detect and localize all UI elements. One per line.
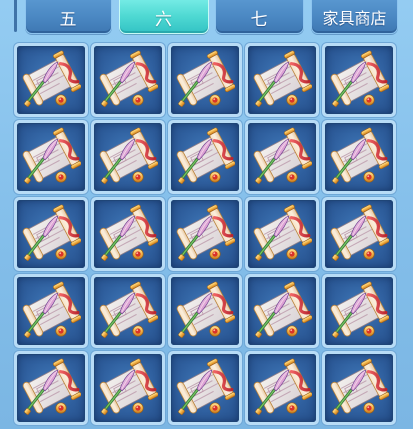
item-slot-frame [325,277,393,345]
item-slot[interactable] [14,197,88,271]
item-slot-frame [325,200,393,268]
item-slot[interactable] [245,197,319,271]
item-slot[interactable] [322,120,396,194]
blueprint-scroll-icon [21,127,81,187]
item-slot[interactable] [168,197,242,271]
blueprint-scroll-icon [329,204,389,264]
tab-five[interactable]: 五 [25,0,112,34]
blueprint-scroll-icon [252,50,312,110]
blueprint-scroll-icon [329,127,389,187]
blueprint-scroll-icon [252,358,312,418]
item-slot-frame [325,123,393,191]
blueprint-scroll-icon [175,204,235,264]
item-slot-frame [94,123,162,191]
item-slot-frame [248,123,316,191]
tab-six[interactable]: 六 [119,0,209,34]
item-slot[interactable] [168,43,242,117]
item-slot-frame [248,200,316,268]
item-slot[interactable] [245,274,319,348]
blueprint-scroll-icon [175,358,235,418]
item-slot[interactable] [91,351,165,425]
item-slot[interactable] [14,274,88,348]
blueprint-scroll-icon [175,281,235,341]
inventory-panel: 五 六 七 家具商店 [0,0,413,429]
item-grid [14,43,400,425]
item-slot-frame [94,277,162,345]
blueprint-scroll-icon [98,281,158,341]
item-slot[interactable] [168,120,242,194]
blueprint-scroll-icon [175,127,235,187]
blueprint-scroll-icon [329,358,389,418]
item-slot-frame [17,200,85,268]
item-slot-frame [17,354,85,422]
item-slot[interactable] [322,43,396,117]
tab-bar: 五 六 七 家具商店 [0,0,413,38]
item-slot-frame [248,277,316,345]
item-slot[interactable] [245,120,319,194]
item-slot-frame [171,123,239,191]
tab-furniture-shop[interactable]: 家具商店 [311,0,398,34]
item-slot[interactable] [245,351,319,425]
item-slot-frame [94,200,162,268]
item-slot[interactable] [91,274,165,348]
blueprint-scroll-icon [21,50,81,110]
blueprint-scroll-icon [252,127,312,187]
item-slot-frame [248,354,316,422]
item-slot[interactable] [322,197,396,271]
item-slot[interactable] [14,43,88,117]
item-slot-frame [248,46,316,114]
item-slot-frame [171,46,239,114]
item-slot[interactable] [322,274,396,348]
blueprint-scroll-icon [21,281,81,341]
item-slot[interactable] [91,197,165,271]
item-slot[interactable] [91,43,165,117]
item-slot[interactable] [91,120,165,194]
item-slot-frame [171,277,239,345]
blueprint-scroll-icon [329,281,389,341]
item-slot[interactable] [168,351,242,425]
blueprint-scroll-icon [252,281,312,341]
blueprint-scroll-icon [98,50,158,110]
item-slot[interactable] [14,120,88,194]
tab-seven[interactable]: 七 [215,0,304,34]
item-slot-frame [17,277,85,345]
blueprint-scroll-icon [98,358,158,418]
blueprint-scroll-icon [175,50,235,110]
item-slot-frame [171,200,239,268]
item-slot-frame [17,46,85,114]
blueprint-scroll-icon [329,50,389,110]
item-slot-frame [325,354,393,422]
blueprint-scroll-icon [21,204,81,264]
blueprint-scroll-icon [252,204,312,264]
item-slot[interactable] [322,351,396,425]
item-slot[interactable] [168,274,242,348]
item-slot[interactable] [245,43,319,117]
item-slot-frame [94,354,162,422]
blueprint-scroll-icon [98,127,158,187]
blueprint-scroll-icon [21,358,81,418]
tab-bar-edge [14,0,17,32]
item-slot-frame [325,46,393,114]
item-slot-frame [94,46,162,114]
item-slot-frame [171,354,239,422]
item-slot-frame [17,123,85,191]
blueprint-scroll-icon [98,204,158,264]
item-slot[interactable] [14,351,88,425]
